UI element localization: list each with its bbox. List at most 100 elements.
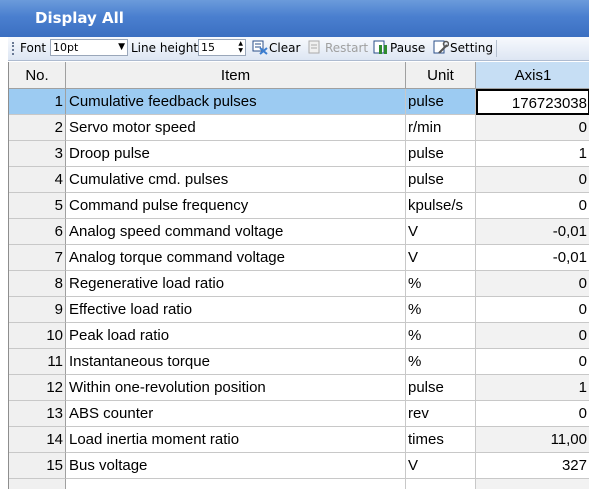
setting-button[interactable]: Setting [433, 38, 493, 59]
row-unit: pulse [406, 375, 476, 401]
pause-label: Pause [390, 41, 426, 55]
row-item: Regenerative load ratio [66, 271, 406, 297]
row-number: 10 [9, 323, 66, 349]
row-unit: % [406, 323, 476, 349]
row-item: ABS counter [66, 401, 406, 427]
row-unit: % [406, 297, 476, 323]
table-row[interactable] [9, 479, 589, 489]
row-value[interactable]: 327 [476, 453, 589, 479]
row-value[interactable]: 11,00 [476, 427, 589, 453]
row-number: 15 [9, 453, 66, 479]
table-row[interactable]: 6 Analog speed command voltage V -0,01 [9, 219, 589, 245]
row-value[interactable]: -0,01 [476, 219, 589, 245]
row-value[interactable]: 1 [476, 141, 589, 167]
setting-label: Setting [450, 41, 493, 55]
row-item: Peak load ratio [66, 323, 406, 349]
row-value[interactable]: 0 [476, 115, 589, 141]
window-title: Display All [35, 9, 124, 27]
row-unit: pulse [406, 167, 476, 193]
row-value[interactable]: 176723038 [476, 89, 589, 115]
row-value[interactable]: 0 [476, 401, 589, 427]
row-number: 11 [9, 349, 66, 375]
row-value[interactable]: 0 [476, 349, 589, 375]
clear-label: Clear [269, 41, 301, 55]
toolbar: Font 10pt ▼ Line height 15 ▲ ▼ Clear Res… [8, 37, 589, 61]
table-header: No. Item Unit Axis1 [9, 62, 589, 89]
table-row[interactable]: 4 Cumulative cmd. pulses pulse 0 [9, 167, 589, 193]
row-number: 12 [9, 375, 66, 401]
row-item: Command pulse frequency [66, 193, 406, 219]
row-number: 1 [9, 89, 66, 115]
setting-icon [433, 39, 450, 55]
column-header-no[interactable]: No. [9, 62, 66, 89]
row-item [66, 479, 406, 489]
table-row[interactable]: 3 Droop pulse pulse 1 [9, 141, 589, 167]
table-row[interactable]: 10 Peak load ratio% 0 [9, 323, 589, 349]
row-number: 9 [9, 297, 66, 323]
row-item: Cumulative cmd. pulses [66, 167, 406, 193]
font-size-value: 10pt [53, 41, 79, 54]
row-value[interactable]: 0 [476, 297, 589, 323]
spin-down-icon[interactable]: ▼ [238, 47, 243, 54]
column-header-item[interactable]: Item [66, 62, 406, 89]
row-value[interactable]: -0,01 [476, 245, 589, 271]
table-row[interactable]: 14 Load inertia moment ratio times 11,00 [9, 427, 589, 453]
row-number: 4 [9, 167, 66, 193]
row-number [9, 479, 66, 489]
table-row[interactable]: 7 Analog torque command voltage V -0,01 [9, 245, 589, 271]
font-size-select[interactable]: 10pt ▼ [50, 39, 128, 56]
row-item: Analog torque command voltage [66, 245, 406, 271]
table-row[interactable]: 5 Command pulse frequency kpulse/s 0 [9, 193, 589, 219]
spin-up-icon[interactable]: ▲ [238, 40, 243, 47]
row-item: Instantaneous torque [66, 349, 406, 375]
toolbar-grip[interactable] [12, 42, 16, 55]
column-header-axis1[interactable]: Axis1 [476, 62, 589, 89]
row-item: Bus voltage [66, 453, 406, 479]
row-value[interactable]: 1 [476, 375, 589, 401]
table-row[interactable]: 8 Regenerative load ratio% 0 [9, 271, 589, 297]
table-row[interactable]: 2 Servo motor speed r/min 0 [9, 115, 589, 141]
restart-label: Restart [325, 41, 369, 55]
row-value[interactable]: 0 [476, 193, 589, 219]
table-row[interactable]: 9 Effective load ratio% 0 [9, 297, 589, 323]
row-unit: % [406, 349, 476, 375]
row-number: 6 [9, 219, 66, 245]
row-value[interactable]: 0 [476, 271, 589, 297]
column-header-unit[interactable]: Unit [406, 62, 476, 89]
row-item: Effective load ratio [66, 297, 406, 323]
row-unit: r/min [406, 115, 476, 141]
clear-icon [252, 39, 268, 55]
window-title-bar: Display All [0, 0, 589, 37]
chevron-down-icon[interactable]: ▼ [118, 40, 125, 55]
line-height-value: 15 [201, 41, 215, 54]
table-row[interactable]: 12 Within one-revolution position pulse 1 [9, 375, 589, 401]
line-height-label: Line height [131, 41, 199, 55]
row-item: Analog speed command voltage [66, 219, 406, 245]
table-row[interactable]: 1 Cumulative feedback pulses pulse 17672303… [9, 89, 589, 115]
table-row[interactable]: 15 Bus voltage V 327 [9, 453, 589, 479]
row-value[interactable]: 0 [476, 167, 589, 193]
row-unit: kpulse/s [406, 193, 476, 219]
row-value[interactable] [476, 479, 589, 489]
row-item: Droop pulse [66, 141, 406, 167]
line-height-stepper[interactable]: 15 ▲ ▼ [198, 39, 246, 56]
row-number: 7 [9, 245, 66, 271]
row-number: 5 [9, 193, 66, 219]
row-number: 8 [9, 271, 66, 297]
table-row[interactable]: 11 Instantaneous torque% 0 [9, 349, 589, 375]
row-number: 14 [9, 427, 66, 453]
row-unit: rev [406, 401, 476, 427]
pause-button[interactable]: Pause [373, 38, 425, 59]
monitor-table: No. Item Unit Axis1 1 Cumulative feedback… [8, 62, 589, 489]
toolbar-separator [496, 40, 497, 57]
clear-button[interactable]: Clear [252, 38, 300, 59]
table-row[interactable]: 13 ABS counter rev 0 [9, 401, 589, 427]
restart-icon [308, 39, 324, 55]
row-unit: V [406, 245, 476, 271]
row-item: Cumulative feedback pulses [66, 89, 406, 115]
row-number: 2 [9, 115, 66, 141]
restart-button[interactable]: Restart [308, 38, 368, 59]
row-unit: V [406, 453, 476, 479]
row-value[interactable]: 0 [476, 323, 589, 349]
row-number: 3 [9, 141, 66, 167]
